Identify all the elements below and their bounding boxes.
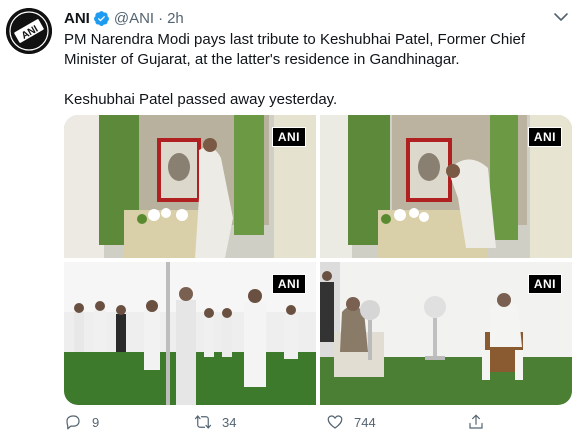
photo-4[interactable]: ANI	[320, 262, 572, 405]
photo-1[interactable]: ANI	[64, 115, 316, 258]
tweet-actions: 9 34 744	[64, 413, 574, 433]
photo-4-watermark: ANI	[527, 274, 562, 294]
photo-3[interactable]: ANI	[64, 262, 316, 405]
share-button[interactable]	[467, 413, 485, 431]
reply-icon	[66, 415, 80, 430]
tweet-text-line-2: Keshubhai Patel passed away yesterday.	[64, 91, 338, 108]
share-icon	[469, 414, 483, 429]
more-options-icon[interactable]	[551, 10, 571, 24]
tweet-text-line-1: PM Narendra Modi pays last tribute to Ke…	[64, 31, 526, 68]
tweet-header: ANI @ANI · 2h	[64, 8, 184, 28]
retweet-count: 34	[222, 414, 237, 430]
retweet-icon	[194, 415, 212, 429]
photo-1-watermark: ANI	[271, 127, 306, 147]
tweet-timestamp[interactable]: 2h	[167, 10, 184, 27]
heart-icon	[327, 415, 343, 429]
photo-2-watermark: ANI	[527, 127, 562, 147]
retweet-button[interactable]: 34	[194, 413, 236, 431]
verified-badge-icon	[93, 10, 109, 26]
media-grid: ANI ANI ANI ANI	[64, 115, 572, 405]
author-handle[interactable]: @ANI	[114, 10, 154, 27]
tweet-text: PM Narendra Modi pays last tribute to Ke…	[64, 30, 569, 110]
like-button[interactable]: 744	[326, 413, 376, 431]
reply-button[interactable]: 9	[64, 413, 99, 431]
photo-2[interactable]: ANI	[320, 115, 572, 258]
avatar[interactable]: ANI	[6, 8, 52, 54]
separator-dot: ·	[158, 9, 164, 27]
reply-count: 9	[92, 414, 100, 430]
ani-logo-icon: ANI	[6, 8, 52, 54]
photo-3-watermark: ANI	[271, 274, 306, 294]
like-count: 744	[354, 414, 376, 430]
author-name[interactable]: ANI	[64, 10, 90, 27]
